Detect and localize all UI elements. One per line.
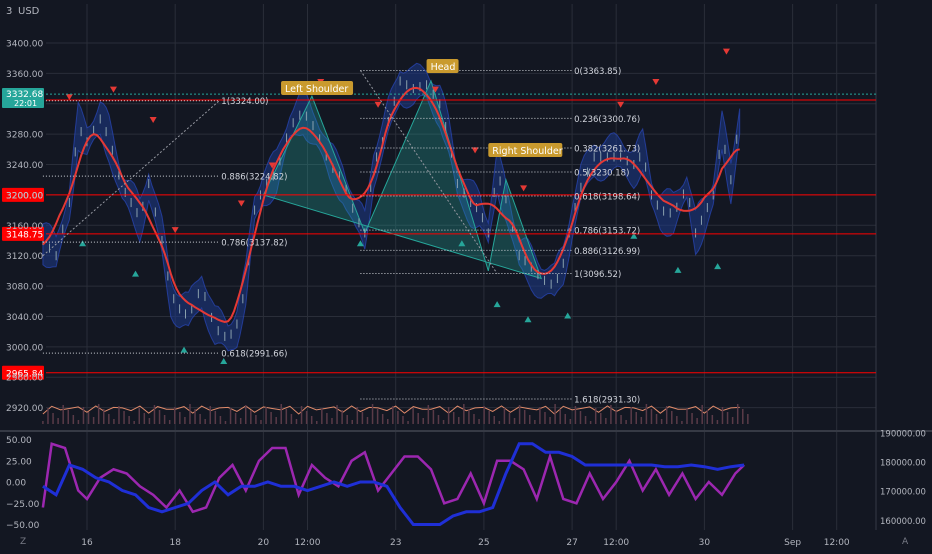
- fib-level-label: 0.236(3300.76): [574, 115, 640, 125]
- volume-axis-tick: 160000.00: [880, 517, 926, 527]
- volume-axis-tick: 190000.00: [880, 430, 926, 440]
- time-axis-label: 12:00: [824, 538, 850, 548]
- price-axis-tick: 2960.00: [6, 374, 43, 384]
- price-axis-tick: 3400.00: [6, 40, 43, 50]
- time-axis-label: 20: [258, 538, 270, 548]
- buy-signal-marker: [714, 263, 722, 270]
- time-axis-label: 30: [699, 538, 711, 548]
- fib-level-label: 0.618(3198.64): [574, 192, 640, 202]
- price-axis-tick: 3080.00: [6, 283, 43, 293]
- oscillator-axis-tick: 50.00: [6, 436, 32, 446]
- auto-scale-icon[interactable]: A: [902, 537, 909, 547]
- fib-level-label: 0.786(3137.82): [221, 239, 287, 249]
- fib-level-label: 0.5(3230.18): [574, 168, 629, 178]
- buy-signal-marker: [493, 301, 501, 308]
- time-axis-label: 16: [81, 538, 93, 548]
- buy-signal-marker: [132, 270, 140, 277]
- sell-signal-marker: [652, 78, 660, 85]
- price-axis-tick: 3040.00: [6, 313, 43, 323]
- buy-signal-marker: [564, 312, 572, 319]
- fib-level-label: 0.886(3126.99): [574, 247, 640, 257]
- currency-label: USD: [18, 6, 40, 17]
- sell-signal-marker: [722, 48, 730, 55]
- fib-level-label: 0(3363.85): [574, 67, 621, 77]
- fib-level-label: 1(3096.52): [574, 270, 621, 280]
- time-axis-label: 23: [390, 538, 401, 548]
- volume-axis-tick: 170000.00: [880, 488, 926, 498]
- sell-signal-marker: [520, 185, 528, 192]
- buy-signal-marker: [180, 346, 188, 353]
- fib-level-label: 1(3324.00): [221, 97, 268, 107]
- sell-signal-marker: [109, 86, 117, 93]
- sell-signal-marker: [237, 200, 245, 207]
- price-axis-tick: 3280.00: [6, 131, 43, 141]
- price-axis-tick: 3200.00: [6, 191, 43, 201]
- price-axis-tick: 3160.00: [6, 222, 43, 232]
- fib-trend-line: [42, 100, 220, 257]
- oscillator-axis-tick: 0.00: [6, 479, 26, 489]
- time-axis-label: 27: [566, 538, 577, 548]
- buy-signal-marker: [524, 316, 532, 323]
- pattern-label-right-shoulder: Right Shoulder: [492, 146, 562, 157]
- buy-signal-marker: [674, 266, 682, 273]
- sell-signal-marker: [149, 116, 157, 123]
- trading-chart[interactable]: 3324.903200.003148.752965.84 1(3324.00)0…: [0, 0, 932, 550]
- price-axis-tick: 3360.00: [6, 70, 43, 80]
- chart-root: 3324.903200.003148.752965.84 1(3324.00)0…: [0, 0, 932, 550]
- time-axis-label: 25: [478, 538, 489, 548]
- fib-level-label: 0.382(3261.73): [574, 145, 640, 155]
- price-axis-tick: 2920.00: [6, 404, 43, 414]
- fib-level-label: 1.618(2931.30): [574, 396, 640, 406]
- buy-signal-marker: [79, 240, 87, 247]
- time-axis-label: 18: [169, 538, 181, 548]
- current-price-badge: 3332.68 22:01: [2, 88, 44, 108]
- volume-axis-tick: 180000.00: [880, 459, 926, 469]
- fib-level-label: 0.886(3224.82): [221, 173, 287, 183]
- fib-level-label: 0.618(2991.66): [221, 350, 287, 360]
- price-axis-tick: 3120.00: [6, 252, 43, 262]
- fib-level-label: 0.786(3153.72): [574, 227, 640, 237]
- currency-prefix: 3: [6, 6, 12, 17]
- oscillator-axis-tick: 25.00: [6, 457, 32, 467]
- sell-signal-marker: [171, 227, 179, 234]
- pattern-label-left-shoulder: Left Shoulder: [285, 84, 348, 95]
- price-line-label: 3148.75: [6, 230, 43, 240]
- oscillator-purple-line: [41, 442, 745, 514]
- time-axis-label: 12:00: [295, 538, 321, 548]
- sell-signal-marker: [65, 94, 73, 101]
- price-axis-tick: 3240.00: [6, 161, 43, 171]
- oscillator-axis-tick: −25.00: [6, 500, 40, 510]
- time-axis-label: Sep: [784, 538, 801, 548]
- current-price-timer: 22:01: [14, 99, 37, 108]
- sell-signal-marker: [617, 101, 625, 108]
- price-axis-tick: 3000.00: [6, 343, 43, 353]
- pattern-label-head: Head: [431, 62, 456, 73]
- sell-signal-marker: [374, 101, 382, 108]
- oscillator-axis-tick: −50.00: [6, 521, 40, 531]
- time-axis-label: 12:00: [603, 538, 629, 548]
- timezone-icon[interactable]: Z: [20, 537, 26, 547]
